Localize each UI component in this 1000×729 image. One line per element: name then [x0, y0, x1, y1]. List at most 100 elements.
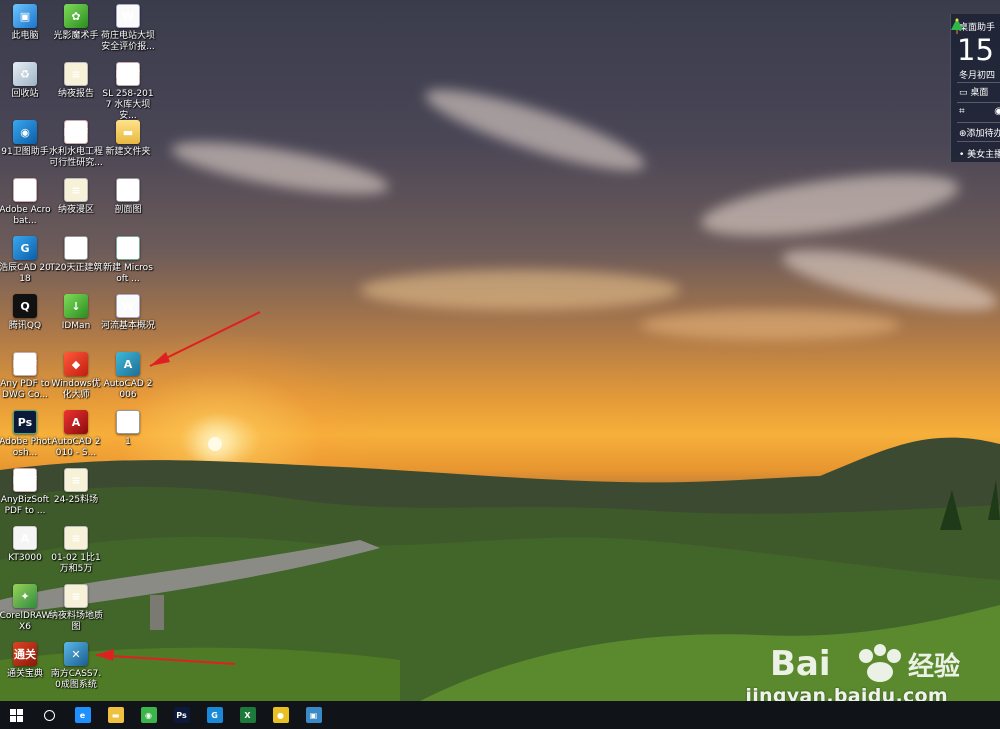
widget-divider	[957, 102, 1000, 103]
widget-desktop-label: 桌面	[970, 88, 989, 98]
desktop: Bai 经验 jingyan.baidu.com ▣ 此电脑 ✿ 光影魔术手 W 荷庄电站…	[0, 0, 1000, 701]
desktop-icon[interactable]: ♻ 回收站	[0, 62, 52, 100]
pdf-document-icon: PDF	[64, 120, 88, 144]
image-file-icon: ▀	[116, 178, 140, 202]
desktop-icon-label: T20天正建筑	[49, 263, 103, 273]
start-button[interactable]	[0, 701, 33, 729]
desktop-icon[interactable]: ◉ 91卫图助手	[0, 120, 52, 158]
eye-icon[interactable]: ◉	[994, 106, 1000, 117]
bullet-icon: •	[959, 150, 968, 160]
desktop-icon[interactable]: ▣ 此电脑	[0, 4, 52, 42]
taskbar-app-button[interactable]: Ps	[165, 701, 198, 729]
360-browser-icon: ◉	[140, 707, 157, 723]
file-explorer-icon: ▬	[107, 707, 124, 723]
monitor-icon: ▭	[959, 88, 971, 98]
widget-add-todo-label: 添加待办	[966, 129, 1000, 139]
taskbar-app-button[interactable]: ●	[264, 701, 297, 729]
desktop-icon-label: 腾讯QQ	[8, 321, 42, 331]
south-cass-icon: ✕	[64, 642, 88, 666]
desktop-icon-label: 纳夜料场地质图	[49, 611, 104, 632]
image-viewer-icon: ▣	[305, 707, 322, 723]
desktop-icon[interactable]: ✦ CorelDRAW X6	[0, 584, 52, 633]
desktop-icon-label: 南方CASS7.0成图系统	[50, 669, 102, 690]
desktop-icon-label: 剖面图	[114, 205, 142, 215]
satellite-map-icon: ◉	[13, 120, 37, 144]
desktop-icon[interactable]: ▬ 新建文件夹	[101, 120, 155, 158]
desktop-icon-label: 纳夜报告	[57, 89, 94, 99]
pdf-converter-icon: PDF	[13, 352, 37, 376]
desktop-icon[interactable]: ≡ 纳夜漫区	[49, 178, 103, 216]
text-file-icon: ≡	[64, 584, 88, 608]
desktop-icon-label: 1	[125, 437, 131, 447]
plus-icon: ⊕	[959, 129, 967, 139]
optimizer-shield-icon: ◆	[64, 352, 88, 376]
desktop-icon-label: SL 258-2017 水库大坝安...	[102, 89, 154, 121]
edge-browser-icon: e	[74, 707, 91, 723]
desktop-icon[interactable]: T T20天正建筑	[49, 236, 103, 274]
desktop-icon[interactable]: W 河流基本概况	[101, 294, 155, 332]
desktop-icon-label: AutoCAD 2006	[103, 379, 153, 400]
taskbar-app-button[interactable]: ◉	[132, 701, 165, 729]
gstarcad-icon: G	[13, 236, 37, 260]
desktop-icon[interactable]: Q 腾讯QQ	[0, 294, 52, 332]
crop-icon[interactable]: ⌗	[959, 106, 965, 117]
taskbar-app-button[interactable]: G	[198, 701, 231, 729]
desktop-icon[interactable]: PDF Any PDF to DWG Co...	[0, 352, 52, 401]
kt3000-icon: A	[13, 526, 37, 550]
desktop-icon-label: 水利水电工程可行性研究...	[49, 147, 104, 168]
desktop-icon[interactable]: A Adobe Acrobat...	[0, 178, 52, 227]
desktop-icon-label: KT3000	[8, 553, 42, 563]
widget-desktop-button[interactable]: ▭ 桌面	[959, 85, 988, 98]
taskbar-app-button[interactable]: ▣	[297, 701, 330, 729]
desktop-icon[interactable]: X 新建 Microsoft ...	[101, 236, 155, 285]
taskbar-apps: e ▬ ◉ Ps G X ● ▣	[66, 701, 330, 729]
desktop-icon[interactable]: ◆ Windows优化大师	[49, 352, 103, 401]
desktop-icon[interactable]: ✿ 光影魔术手	[49, 4, 103, 42]
widget-date-day: 15	[957, 33, 994, 67]
widget-tools-row: ⌗ ◉	[959, 106, 1000, 117]
excel-document-icon: X	[116, 236, 140, 260]
desktop-icon-label: AnyBizSoft PDF to ...	[0, 495, 50, 516]
desktop-icon[interactable]: ≡ 01-02 1比1万和5万	[49, 526, 103, 575]
desktop-icon[interactable]: ↓ IDMan	[49, 294, 103, 332]
desktop-icon[interactable]: ▄ 1	[101, 410, 155, 448]
desktop-icon[interactable]: PDF 水利水电工程可行性研究...	[49, 120, 103, 169]
widget-beauty-link[interactable]: • 美女主播	[959, 147, 1000, 160]
desktop-icon-label: 新建 Microsoft ...	[103, 263, 153, 284]
taskbar-app-button[interactable]: X	[231, 701, 264, 729]
desktop-icon[interactable]: A AutoCAD 2010 - S...	[49, 410, 103, 459]
hand-tool-icon: ●	[272, 707, 289, 723]
cortana-circle-icon	[44, 709, 55, 721]
desktop-icon[interactable]: G 浩辰CAD 2018	[0, 236, 52, 285]
desktop-icon-label: 新建文件夹	[105, 147, 151, 157]
svg-text:经验: 经验	[908, 651, 960, 682]
autocad-2010-icon: A	[64, 410, 88, 434]
desktop-icon-label: 纳夜漫区	[57, 205, 94, 215]
desktop-icon[interactable]: A AutoCAD 2006	[101, 352, 155, 401]
word-document-icon: W	[116, 4, 140, 28]
download-manager-icon: ↓	[64, 294, 88, 318]
desktop-icon[interactable]: A KT3000	[0, 526, 52, 564]
desktop-assistant-widget[interactable]: 桌面助手 15 冬月初四 ▭ 桌面 ⌗ ◉ ⊕添加待办 • 美女主播	[950, 14, 1000, 162]
autocad-2006-icon: A	[116, 352, 140, 376]
desktop-icon[interactable]: ≡ 纳夜报告	[49, 62, 103, 100]
desktop-icon[interactable]: PDF SL 258-2017 水库大坝安...	[101, 62, 155, 122]
desktop-icon[interactable]: ▀ 剖面图	[101, 178, 155, 216]
desktop-icon[interactable]: ≡ 纳夜料场地质图	[49, 584, 103, 633]
widget-lunar-date: 冬月初四	[959, 71, 996, 81]
desktop-icon[interactable]: Ps Adobe Photosh...	[0, 410, 52, 459]
desktop-icon[interactable]: PDF AnyBizSoft PDF to ...	[0, 468, 52, 517]
taskbar-app-button[interactable]: ▬	[99, 701, 132, 729]
desktop-icon[interactable]: ≡ 24-25料场	[49, 468, 103, 506]
qq-penguin-icon: Q	[13, 294, 37, 318]
search-button[interactable]	[33, 701, 66, 729]
taskbar-app-button[interactable]: e	[66, 701, 99, 729]
desktop-icon[interactable]: W 荷庄电站大坝安全评价报...	[101, 4, 155, 53]
text-file-icon: ≡	[64, 178, 88, 202]
widget-add-todo-button[interactable]: ⊕添加待办	[959, 126, 1000, 139]
desktop-icon[interactable]: ✕ 南方CASS7.0成图系统	[49, 642, 103, 691]
folder-icon: ▬	[116, 120, 140, 144]
desktop-icon-label: Any PDF to DWG Co...	[0, 379, 50, 400]
desktop-icon[interactable]: 通关 通关宝典	[0, 642, 52, 680]
christmas-tree-icon	[951, 18, 963, 34]
